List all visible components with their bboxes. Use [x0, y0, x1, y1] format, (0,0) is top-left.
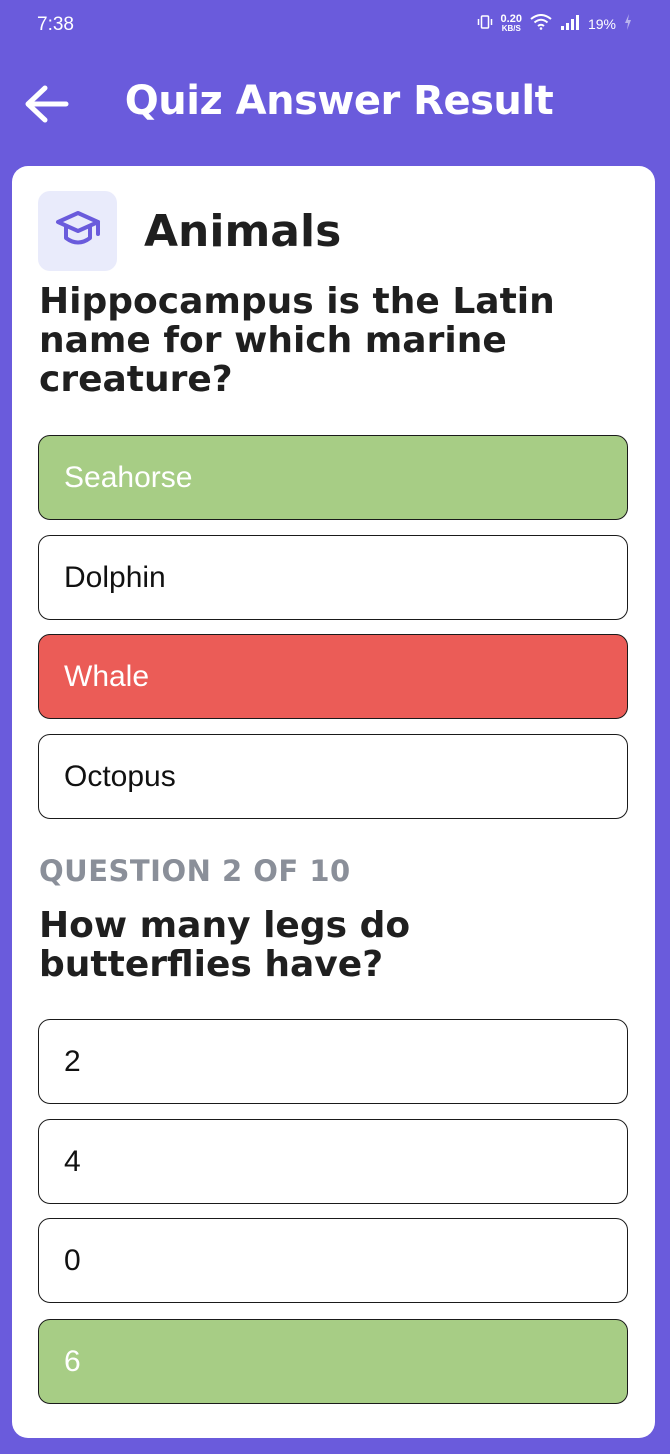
- q1-option-dolphin[interactable]: Dolphin: [38, 535, 628, 620]
- option-label: Whale: [64, 659, 150, 693]
- app-bar: Quiz Answer Result: [0, 56, 670, 156]
- network-speed-value: 0.20: [500, 12, 522, 25]
- option-label: Seahorse: [64, 460, 193, 494]
- category-header: Animals: [38, 191, 341, 271]
- q2-option-0[interactable]: 0: [38, 1218, 628, 1303]
- vibrate-icon: [477, 15, 493, 32]
- page-title: Quiz Answer Result: [124, 78, 554, 124]
- q1-option-octopus[interactable]: Octopus: [38, 734, 628, 819]
- option-label: Octopus: [64, 759, 176, 793]
- option-label: 2: [64, 1044, 81, 1078]
- status-time: 7:38: [37, 14, 74, 35]
- q1-option-whale[interactable]: Whale: [38, 634, 628, 719]
- category-name: Animals: [144, 205, 342, 257]
- network-speed-unit: KB/S: [501, 23, 521, 33]
- q2-option-6[interactable]: 6: [38, 1319, 628, 1404]
- wifi-icon: [530, 14, 552, 33]
- signal-icon: [560, 14, 580, 33]
- option-label: Dolphin: [64, 560, 166, 594]
- category-icon-box: [38, 191, 117, 271]
- quiz-result-card: Animals Hippocampus is the Latin name fo…: [12, 166, 655, 1438]
- question-1-text-content: Hippocampus is the Latin name for which …: [39, 285, 555, 397]
- graduation-cap-icon: [54, 207, 102, 256]
- status-bar: 7:38 0.20 KB/S 19%: [0, 0, 670, 56]
- q2-option-2[interactable]: 2: [38, 1019, 628, 1104]
- option-label: 6: [64, 1344, 81, 1378]
- network-speed: 0.20 KB/S: [500, 12, 522, 33]
- question-2-text: How many legs do butterflies have?: [39, 905, 411, 985]
- q2-option-4[interactable]: 4: [38, 1119, 628, 1204]
- q1-option-seahorse[interactable]: Seahorse: [38, 435, 628, 520]
- charging-icon: [624, 14, 632, 33]
- option-label: 4: [64, 1144, 81, 1178]
- battery-percent: 19%: [587, 15, 616, 32]
- question-2-counter: QUESTION 2 OF 10: [39, 854, 351, 888]
- status-icons: 0.20 KB/S 19%: [477, 12, 632, 33]
- question-1-text: Hippocampus is the Latin name for which …: [39, 285, 599, 397]
- option-label: 0: [64, 1243, 81, 1277]
